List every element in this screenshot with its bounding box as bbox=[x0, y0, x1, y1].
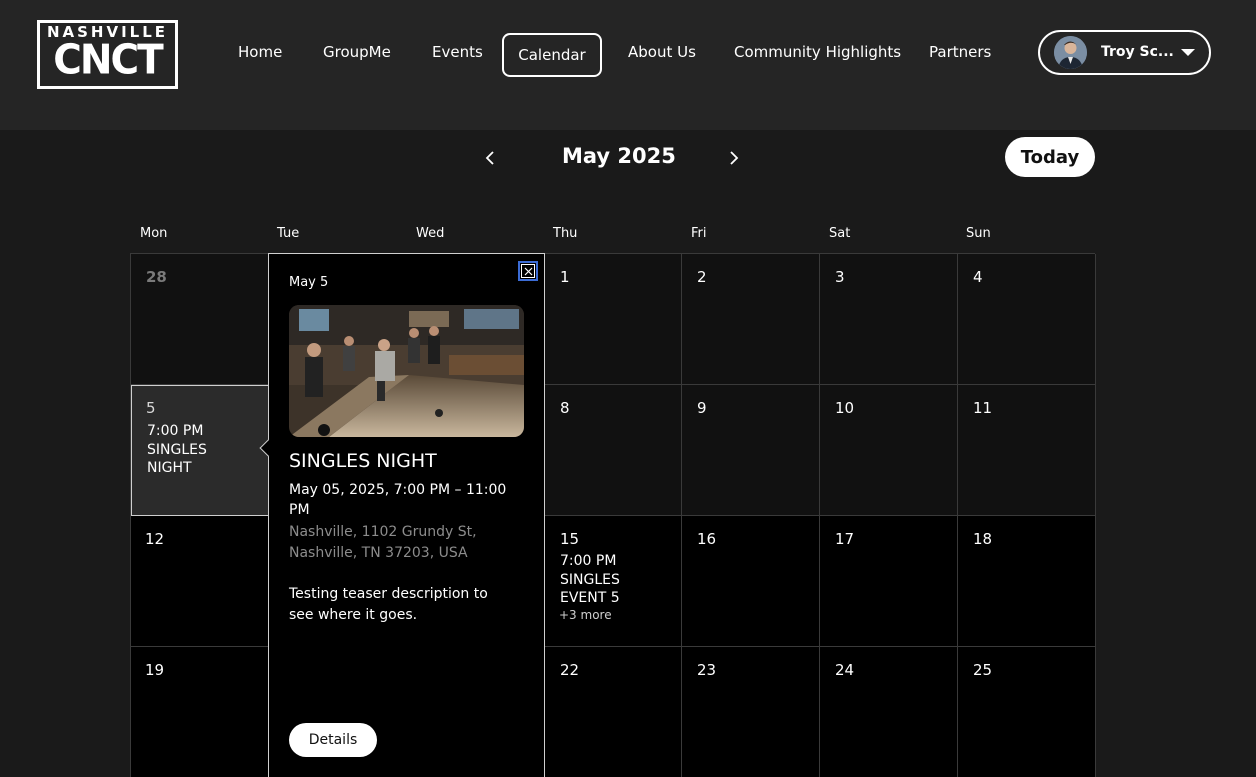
day-cell[interactable]: 24 bbox=[820, 647, 958, 777]
brand-logo[interactable]: NASHVILLE CNCT bbox=[37, 20, 178, 89]
user-menu[interactable]: Troy Sc... bbox=[1038, 30, 1211, 75]
day-number: 16 bbox=[697, 530, 717, 548]
nav-groupme[interactable]: GroupMe bbox=[323, 43, 391, 61]
nav-events[interactable]: Events bbox=[432, 43, 483, 61]
weekday-header: Mon bbox=[140, 226, 168, 241]
chevron-left-icon bbox=[485, 151, 494, 165]
weekday-header: Fri bbox=[691, 226, 707, 241]
chevron-down-icon[interactable] bbox=[1181, 49, 1195, 56]
day-number: 24 bbox=[835, 661, 855, 679]
event-title[interactable]: SINGLES bbox=[147, 441, 207, 459]
day-number: 17 bbox=[835, 530, 855, 548]
event-title[interactable]: EVENT 5 bbox=[560, 589, 620, 607]
day-number: 1 bbox=[560, 268, 570, 286]
day-cell[interactable]: 28 bbox=[131, 254, 269, 385]
next-month-button[interactable] bbox=[724, 148, 744, 168]
event-title[interactable]: NIGHT bbox=[147, 459, 192, 477]
event-image bbox=[289, 305, 524, 437]
day-number: 25 bbox=[973, 661, 993, 679]
weekday-header: Sun bbox=[966, 226, 991, 241]
event-time[interactable]: 7:00 PM bbox=[147, 422, 203, 440]
avatar bbox=[1054, 36, 1087, 69]
event-location-line: Nashville, TN 37203, USA bbox=[289, 545, 468, 561]
day-number: 5 bbox=[146, 399, 156, 417]
weekday-header: Wed bbox=[416, 226, 445, 241]
day-cell[interactable]: 2 bbox=[682, 254, 820, 385]
day-number: 19 bbox=[145, 661, 165, 679]
day-cell[interactable]: 3 bbox=[820, 254, 958, 385]
event-datetime-line: May 05, 2025, 7:00 PM – 11:00 bbox=[289, 482, 507, 498]
day-cell[interactable]: 22 bbox=[545, 647, 682, 777]
day-number: 8 bbox=[560, 399, 570, 417]
event-description: Testing teaser description to see where … bbox=[289, 584, 529, 626]
day-number: 4 bbox=[973, 268, 983, 286]
day-cell[interactable]: 25 bbox=[958, 647, 1096, 777]
day-number: 22 bbox=[560, 661, 580, 679]
site-header: NASHVILLE CNCT Home GroupMe Events Calen… bbox=[0, 0, 1256, 130]
event-location-line: Nashville, 1102 Grundy St, bbox=[289, 524, 477, 540]
day-number: 28 bbox=[146, 268, 167, 286]
day-cell[interactable]: 15 7:00 PM SINGLES EVENT 5 +3 more bbox=[545, 516, 682, 647]
day-number: 2 bbox=[697, 268, 707, 286]
weekday-header: Sat bbox=[829, 226, 851, 241]
day-number: 23 bbox=[697, 661, 717, 679]
weekday-header: Thu bbox=[553, 226, 578, 241]
nav-calendar[interactable]: Calendar bbox=[502, 33, 602, 77]
day-cell[interactable]: 16 bbox=[682, 516, 820, 647]
day-cell[interactable]: 1 bbox=[545, 254, 682, 385]
day-cell[interactable]: 19 bbox=[131, 647, 269, 777]
day-cell[interactable]: 8 bbox=[545, 385, 682, 516]
day-cell-selected[interactable]: 5 7:00 PM SINGLES NIGHT bbox=[131, 385, 269, 516]
event-location: Nashville, 1102 Grundy St, Nashville, TN… bbox=[289, 522, 529, 564]
day-number: 15 bbox=[560, 530, 580, 548]
calendar-main: May 2025 Today Mon Tue Wed Thu Fri Sat S… bbox=[0, 130, 1256, 777]
event-datetime: May 05, 2025, 7:00 PM – 11:00 PM bbox=[289, 480, 529, 520]
day-cell[interactable]: 4 bbox=[958, 254, 1096, 385]
popup-date: May 5 bbox=[289, 275, 329, 290]
month-title: May 2025 bbox=[562, 144, 676, 168]
nav-home[interactable]: Home bbox=[238, 43, 282, 61]
more-events-link[interactable]: +3 more bbox=[559, 608, 612, 622]
day-number: 9 bbox=[697, 399, 707, 417]
weekday-header: Tue bbox=[277, 226, 300, 241]
day-number: 3 bbox=[835, 268, 845, 286]
event-title: SINGLES NIGHT bbox=[289, 450, 437, 472]
event-description-line: see where it goes. bbox=[289, 607, 418, 623]
chevron-right-icon bbox=[730, 151, 739, 165]
day-cell[interactable]: 12 bbox=[131, 516, 269, 647]
today-button[interactable]: Today bbox=[1005, 137, 1095, 177]
event-title[interactable]: SINGLES bbox=[560, 571, 620, 589]
previous-month-button[interactable] bbox=[480, 148, 500, 168]
event-description-line: Testing teaser description to bbox=[289, 586, 488, 602]
nav-partners[interactable]: Partners bbox=[929, 43, 991, 61]
event-time[interactable]: 7:00 PM bbox=[560, 552, 616, 570]
brand-logo-main: CNCT bbox=[53, 36, 164, 85]
nav-calendar-label: Calendar bbox=[518, 46, 586, 64]
day-cell[interactable]: 11 bbox=[958, 385, 1096, 516]
close-button[interactable] bbox=[518, 261, 538, 281]
day-cell[interactable]: 10 bbox=[820, 385, 958, 516]
day-cell[interactable]: 9 bbox=[682, 385, 820, 516]
details-button[interactable]: Details bbox=[289, 723, 377, 757]
user-name: Troy Sc... bbox=[1101, 44, 1174, 60]
event-popup: May 5 SINGLES NIGHT May 05, 2025, 7:00 P… bbox=[259, 253, 545, 777]
day-cell[interactable]: 17 bbox=[820, 516, 958, 647]
day-cell[interactable]: 23 bbox=[682, 647, 820, 777]
nav-about-us[interactable]: About Us bbox=[628, 43, 696, 61]
day-number: 10 bbox=[835, 399, 855, 417]
day-number: 12 bbox=[145, 530, 165, 548]
nav-community-highlights[interactable]: Community Highlights bbox=[734, 43, 901, 61]
day-number: 18 bbox=[973, 530, 993, 548]
event-datetime-line: PM bbox=[289, 502, 310, 518]
day-cell[interactable]: 18 bbox=[958, 516, 1096, 647]
close-icon bbox=[521, 264, 535, 278]
day-number: 11 bbox=[973, 399, 993, 417]
